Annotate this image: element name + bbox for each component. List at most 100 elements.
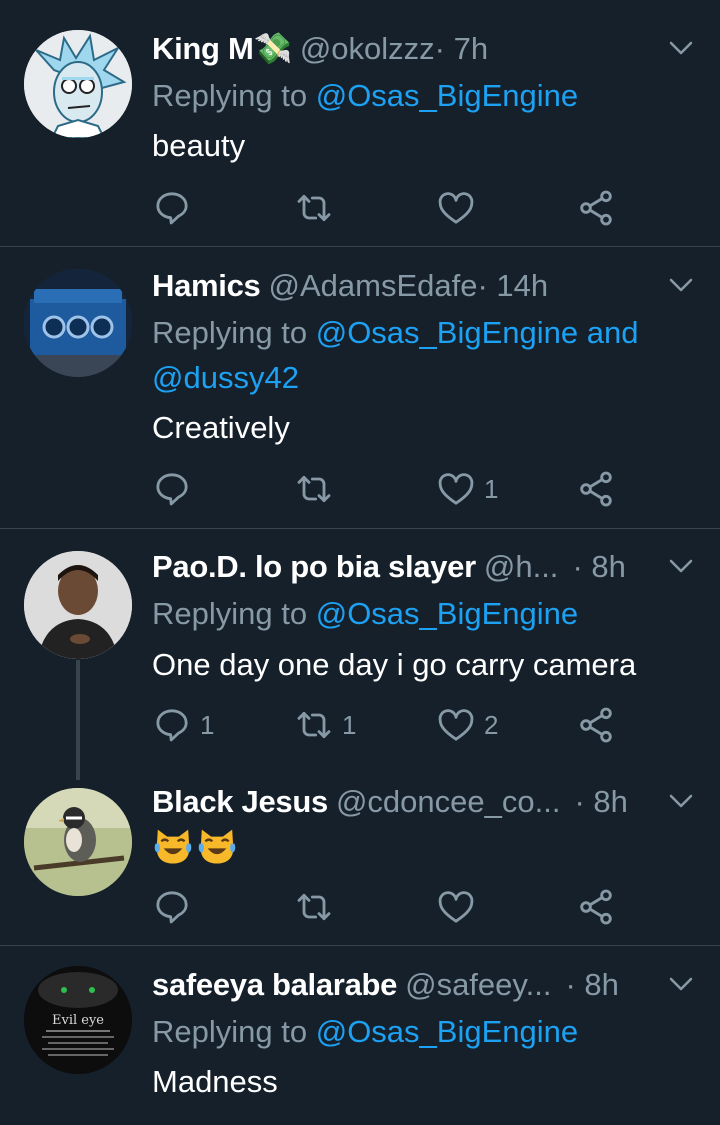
tweet-header: Black Jesus @cdoncee_co... · 8h [152,782,650,822]
action-bar: 1 1 2 [152,703,632,747]
timestamp[interactable]: · 8h [574,782,627,822]
username-handle[interactable]: @cdoncee_co... [336,782,561,822]
like-icon [436,188,476,228]
mention-conjunction: and [578,315,639,350]
like-icon [436,887,476,927]
retweet-icon [294,188,334,228]
share-icon [576,469,616,509]
avatar[interactable] [24,788,132,896]
timestamp[interactable]: · 7h [435,29,488,69]
tweet-header: King M💸 @okolzzz · 7h [152,29,650,69]
avatar[interactable]: Evil eye [24,966,132,1074]
retweet-button[interactable]: 1 [294,703,356,747]
mention-link[interactable]: @Osas_BigEngine [316,1014,578,1049]
tweet-text: One day one day i go carry camera [152,647,637,682]
action-bar [152,885,632,929]
reply-icon [152,705,192,745]
tweet-header: Pao.D. lo po bia slayer @h... · 8h [152,547,650,587]
tweet-card[interactable]: Pao.D. lo po bia slayer @h... · 8h Reply… [0,529,720,759]
chevron-down-icon[interactable] [666,969,696,999]
reply-icon [152,188,192,228]
avatar[interactable] [24,30,132,138]
timestamp[interactable]: · 8h [572,547,625,587]
chevron-down-icon[interactable] [666,786,696,816]
like-button[interactable] [436,186,476,230]
chevron-down-icon[interactable] [666,33,696,63]
retweet-button[interactable] [294,885,334,929]
reply-button[interactable] [152,467,192,511]
share-button[interactable] [576,186,616,230]
avatar[interactable] [24,551,132,659]
share-button[interactable] [576,885,616,929]
replying-to-label: Replying to [152,1014,316,1049]
reply-button[interactable]: 1 [152,703,214,747]
username-handle[interactable]: @h... [484,547,559,587]
avatar-caption: Evil eye [52,1013,104,1028]
reply-icon [152,887,192,927]
share-icon [576,705,616,745]
replying-to: Replying to @Osas_BigEngine and [152,309,638,356]
replying-to: Replying to @Osas_BigEngine [152,72,578,119]
man-avatar-image [24,551,132,659]
mention-link[interactable]: @Osas_BigEngine [316,596,578,631]
display-name[interactable]: safeeya balarabe [152,965,397,1005]
like-icon [436,705,476,745]
chevron-down-icon[interactable] [666,551,696,581]
like-button[interactable]: 2 [436,703,498,747]
share-icon [576,887,616,927]
username-handle[interactable]: @okolzzz [300,29,435,69]
tweet-card[interactable]: Hamics @AdamsEdafe · 14h Replying to @Os… [0,247,720,529]
like-count: 2 [484,709,499,740]
engine-avatar-image [24,269,132,377]
action-bar: 1 [152,467,632,511]
display-name[interactable]: Black Jesus [152,782,328,822]
username-handle[interactable]: @safeey... [405,965,551,1005]
tweet-card[interactable]: Evil eye safeeya balarabe @safeey... · 8… [0,946,720,1125]
like-icon [436,469,476,509]
replying-to: Replying to @Osas_BigEngine [152,590,578,637]
tweet-text: Creatively [152,410,290,445]
reply-button[interactable] [152,885,192,929]
mention-link[interactable]: @Osas_BigEngine [316,78,578,113]
replying-to: Replying to @Osas_BigEngine [152,1008,578,1055]
mention-link[interactable]: @dussy42 [152,360,299,395]
like-button[interactable]: 1 [436,467,498,511]
timestamp[interactable]: · 14h [477,266,548,306]
share-icon [576,188,616,228]
cat-joy-emoji [152,825,194,869]
rick-avatar-image [24,30,132,138]
retweet-icon [294,469,334,509]
share-button[interactable] [576,467,616,511]
tweet-text: beauty [152,128,246,163]
reply-button[interactable] [152,186,192,230]
display-name[interactable]: King M💸 [152,29,292,69]
retweet-icon [294,705,334,745]
timestamp[interactable]: · 8h [565,965,618,1005]
retweet-button[interactable] [294,467,334,511]
action-bar [152,186,632,230]
retweet-count: 1 [342,709,357,740]
display-name[interactable]: Pao.D. lo po bia slayer [152,547,476,587]
tweet-card[interactable]: King M💸 @okolzzz · 7h Replying to @Osas_… [0,0,720,246]
mention-link[interactable]: @Osas_BigEngine [316,315,578,350]
display-name[interactable]: Hamics [152,266,261,306]
retweet-button[interactable] [294,186,334,230]
bird-avatar-image [24,788,132,896]
evil-eye-avatar-image: Evil eye [24,966,132,1074]
retweet-icon [294,887,334,927]
replying-to-continued: @dussy42 [152,354,299,401]
share-button[interactable] [576,703,616,747]
tweet-header: Hamics @AdamsEdafe · 14h [152,266,650,306]
username-handle[interactable]: @AdamsEdafe [269,266,478,306]
tweet-text: 😹😹 [152,825,238,869]
replying-to-label: Replying to [152,315,316,350]
avatar[interactable] [24,269,132,377]
tweet-header: safeeya balarabe @safeey... · 8h [152,965,650,1005]
tweet-text: Madness [152,1064,278,1099]
chevron-down-icon[interactable] [666,270,696,300]
like-button[interactable] [436,885,476,929]
like-count: 1 [484,473,499,504]
reply-icon [152,469,192,509]
cat-joy-emoji [196,825,238,869]
tweet-card[interactable]: Black Jesus @cdoncee_co... · 8h 😹😹 [0,759,720,946]
